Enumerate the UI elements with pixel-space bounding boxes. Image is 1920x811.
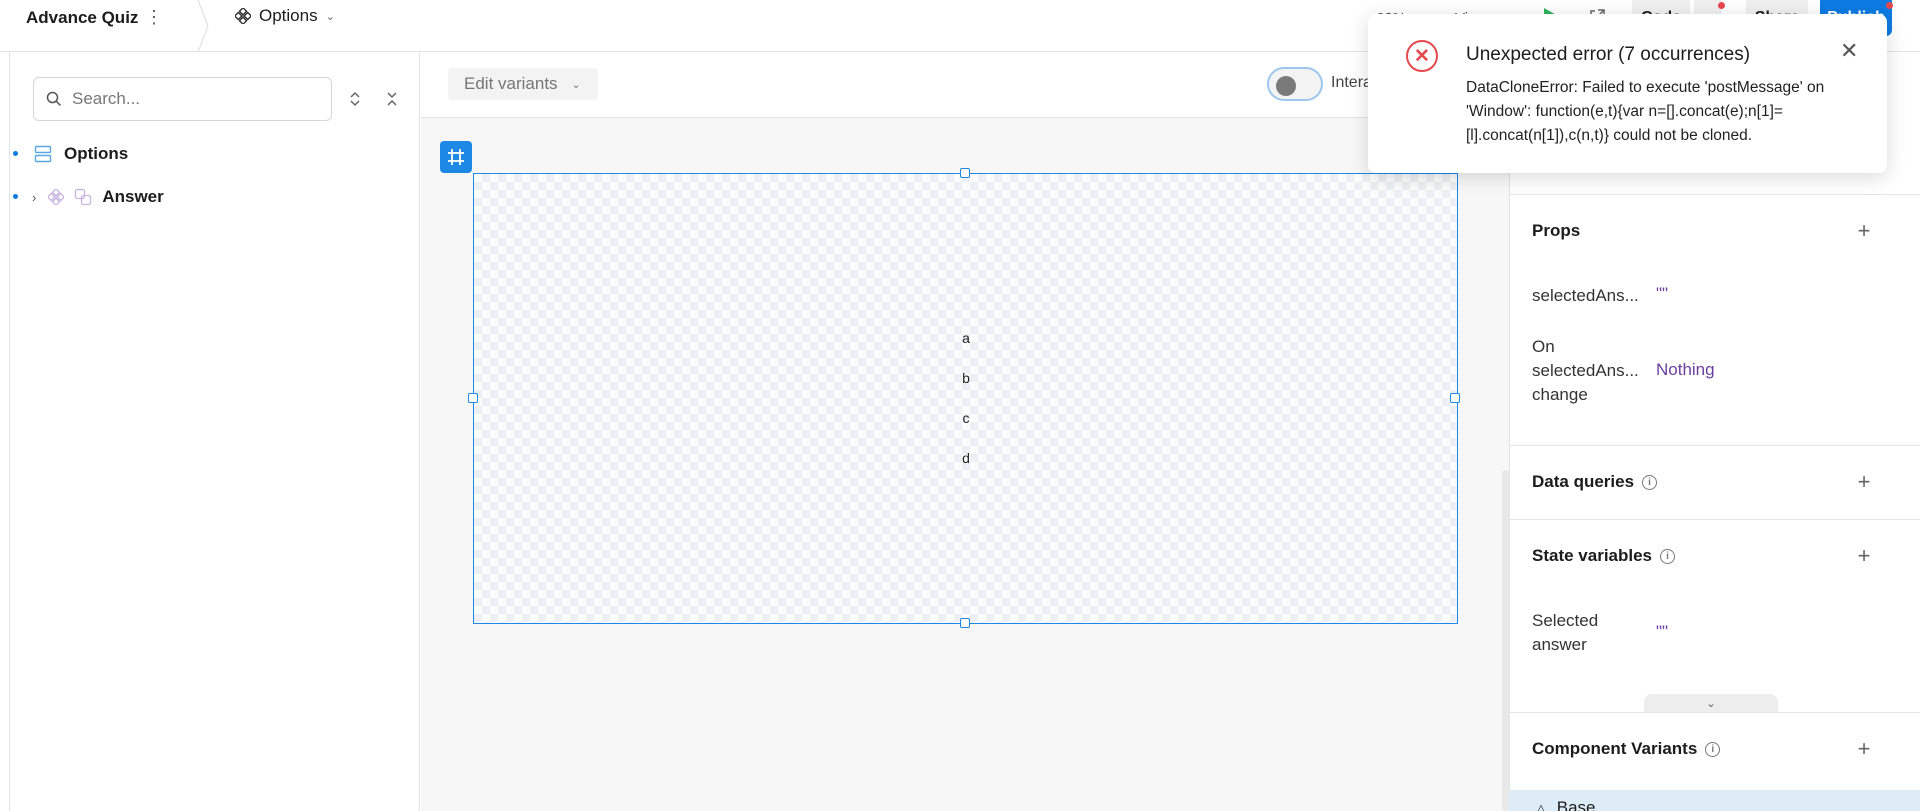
info-icon[interactable]: i	[1642, 474, 1658, 490]
variant-base-row[interactable]: △ Base	[1509, 790, 1920, 811]
search-box[interactable]	[33, 77, 332, 121]
tree-item-label: Options	[64, 144, 129, 163]
interactive-toggle[interactable]	[1267, 67, 1323, 101]
tree-item-label: Answer	[102, 187, 164, 206]
prop-event-label-line: change	[1532, 385, 1588, 404]
resize-handle-bottom[interactable]	[960, 618, 970, 628]
error-icon: ✕	[1406, 40, 1438, 72]
divider	[1509, 712, 1920, 713]
resize-handle-top[interactable]	[960, 168, 970, 178]
component-variants-section-title: Component Variants i	[1532, 739, 1721, 759]
option-b[interactable]: b	[960, 370, 972, 386]
prop-event-label-line: selectedAns...	[1532, 361, 1639, 380]
add-state-variable-icon[interactable]: +	[1855, 545, 1873, 567]
resize-handle-right[interactable]	[1450, 393, 1460, 403]
toast-message: DataCloneError: Failed to execute 'postM…	[1466, 79, 1825, 144]
divider	[1509, 194, 1920, 195]
state-variables-section-title: State variables i	[1532, 546, 1676, 566]
state-var-label-line: answer	[1532, 635, 1587, 654]
expand-section-icon[interactable]: ⌄	[1644, 694, 1778, 712]
prop-event-label: On selectedAns... change	[1532, 335, 1639, 407]
component-icon	[235, 8, 251, 24]
edit-variants-dropdown[interactable]: Edit variants ⌄	[448, 68, 598, 100]
add-data-query-icon[interactable]: +	[1855, 471, 1873, 493]
frame-icon[interactable]	[440, 141, 472, 173]
info-icon[interactable]: i	[1660, 548, 1676, 564]
prop-value[interactable]: ""	[1656, 284, 1668, 304]
expand-chevron-icon[interactable]: ›	[32, 190, 36, 205]
project-title[interactable]: Advance Quiz	[26, 8, 138, 28]
prop-label: selectedAns...	[1532, 286, 1639, 305]
data-queries-section-title: Data queries i	[1532, 472, 1658, 492]
interactive-label: Intera	[1331, 74, 1372, 91]
props-section-title: Props	[1532, 221, 1580, 241]
divider	[1509, 445, 1920, 446]
close-icon[interactable]: ✕	[1840, 38, 1858, 64]
divider	[1509, 519, 1920, 520]
prop-event-value[interactable]: Nothing	[1656, 360, 1715, 380]
component-tab-label: Options	[259, 6, 318, 25]
base-variant-label: Base	[1556, 798, 1596, 811]
instance-icon	[75, 188, 92, 206]
project-menu-icon[interactable]: ⋮	[145, 7, 163, 28]
component-icon	[48, 189, 65, 205]
add-variant-icon[interactable]: +	[1855, 738, 1873, 760]
state-var-value[interactable]: ""	[1656, 622, 1668, 642]
data-queries-title-text: Data queries	[1532, 472, 1635, 491]
state-var-label: Selected answer	[1532, 609, 1598, 657]
component-tab[interactable]: Options ⌄	[235, 6, 335, 26]
option-c[interactable]: c	[960, 410, 972, 426]
tree-status-dot	[13, 151, 18, 156]
toast-title: Unexpected error (7 occurrences)	[1466, 44, 1751, 65]
notification-dot	[1718, 2, 1725, 9]
prop-event-label-line: On	[1532, 337, 1555, 356]
scrollbar[interactable]	[1502, 470, 1509, 811]
tree-status-dot	[13, 194, 18, 199]
search-icon	[46, 91, 62, 107]
publish-notification-dot	[1886, 2, 1893, 9]
tree-item-answer[interactable]: › Answer	[32, 182, 164, 212]
base-variant-icon: △	[1536, 801, 1546, 811]
component-variants-title-text: Component Variants	[1532, 739, 1698, 758]
option-d[interactable]: d	[960, 450, 972, 466]
add-prop-icon[interactable]: +	[1855, 220, 1873, 242]
chevron-down-icon: ⌄	[571, 78, 581, 91]
resize-handle-left[interactable]	[468, 393, 478, 403]
state-var-label-line: Selected	[1532, 611, 1599, 630]
state-variables-title-text: State variables	[1532, 546, 1653, 565]
artboard[interactable]	[473, 173, 1458, 624]
props-title-text: Props	[1532, 221, 1581, 240]
info-icon[interactable]: i	[1705, 741, 1721, 757]
search-input[interactable]	[72, 89, 312, 109]
toggle-knob	[1276, 76, 1296, 96]
edit-variants-label: Edit variants	[464, 74, 558, 93]
error-toast: ✕ Unexpected error (7 occurrences) DataC…	[1368, 14, 1887, 173]
tree-item-options[interactable]: Options	[34, 139, 128, 169]
left-rail-divider	[9, 52, 10, 811]
option-a[interactable]: a	[960, 330, 972, 346]
collapse-all-icon[interactable]	[381, 88, 403, 110]
chevron-down-icon: ⌄	[325, 10, 335, 23]
stack-icon	[34, 145, 52, 163]
breadcrumb-separator-icon	[197, 0, 209, 52]
expand-all-icon[interactable]	[344, 88, 366, 110]
